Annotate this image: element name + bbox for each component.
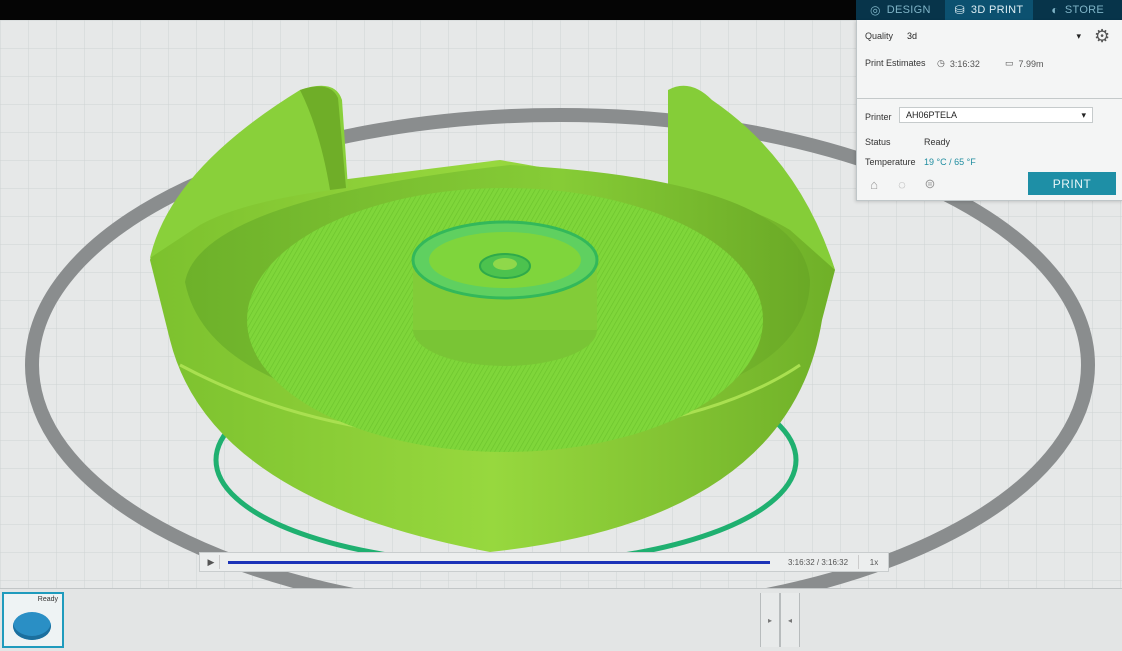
globe-icon: ◎ bbox=[869, 3, 881, 17]
panel-divider bbox=[857, 98, 1122, 99]
tray-scroll-left-icon[interactable]: ◂ bbox=[780, 593, 800, 647]
printer-label: Printer bbox=[865, 112, 892, 122]
chevron-down-icon: ▾ bbox=[1076, 30, 1081, 41]
status-label: Status bbox=[865, 137, 891, 147]
model-preview-icon bbox=[13, 612, 51, 640]
printer-icon: ⛁ bbox=[954, 3, 965, 17]
play-icon[interactable]: ▶ bbox=[203, 555, 220, 569]
model-thumbnail[interactable]: Ready bbox=[2, 592, 64, 648]
status-value: Ready bbox=[924, 137, 951, 147]
playback-bar: ▶ 3:16:32 / 3:16:32 1x bbox=[199, 552, 889, 572]
nozzle-icon[interactable]: ◌ bbox=[894, 176, 910, 192]
filament-icon: ▭ bbox=[1005, 58, 1014, 68]
filament-estimate: 7.99m bbox=[1018, 58, 1044, 69]
playback-speed[interactable]: 1x bbox=[858, 555, 889, 569]
quality-select[interactable]: 3d ▾ bbox=[901, 28, 1087, 44]
tab-3d-print[interactable]: ⛁ 3D PRINT bbox=[944, 0, 1034, 20]
tray-scroll-right-icon[interactable]: ▸ bbox=[760, 593, 780, 647]
printer-value: AH06PTELA bbox=[906, 110, 958, 120]
store-icon: ◐ bbox=[1051, 3, 1059, 17]
home-icon[interactable]: ⌂ bbox=[866, 176, 882, 192]
printer-select[interactable]: AH06PTELA ▾ bbox=[899, 107, 1093, 123]
quality-value: 3d bbox=[907, 31, 918, 41]
tab-design-label: DESIGN bbox=[886, 4, 931, 16]
model-tray: Ready ▸ ◂ bbox=[0, 588, 1122, 651]
time-estimate: 3:16:32 bbox=[949, 58, 980, 69]
progress-track[interactable] bbox=[228, 561, 770, 564]
clock-icon: ◷ bbox=[937, 58, 945, 68]
filament-spool-icon[interactable]: ⊜ bbox=[922, 176, 938, 192]
temperature-value: 19 °C / 65 °F bbox=[924, 157, 976, 167]
print-button[interactable]: PRINT bbox=[1028, 172, 1116, 195]
tab-design[interactable]: ◎ DESIGN bbox=[856, 0, 945, 20]
mode-tabs: ◎ DESIGN ⛁ 3D PRINT ◐ STORE bbox=[856, 0, 1122, 20]
tab-store-label: STORE bbox=[1064, 4, 1105, 16]
settings-gear-icon[interactable]: ⚙ bbox=[1094, 26, 1110, 47]
playback-time: 3:16:32 / 3:16:32 bbox=[788, 558, 849, 567]
print-settings-panel: Quality 3d ▾ ⚙ Print Estimates ◷ 3:16:32… bbox=[856, 20, 1122, 201]
quality-label: Quality bbox=[865, 31, 894, 41]
tab-3d-print-label: 3D PRINT bbox=[970, 4, 1024, 16]
temperature-label: Temperature bbox=[865, 157, 916, 167]
print-estimates-label: Print Estimates bbox=[865, 58, 926, 68]
thumbnail-status: Ready bbox=[37, 596, 58, 603]
tab-store[interactable]: ◐ STORE bbox=[1033, 0, 1122, 20]
chevron-down-icon: ▾ bbox=[1081, 109, 1086, 120]
